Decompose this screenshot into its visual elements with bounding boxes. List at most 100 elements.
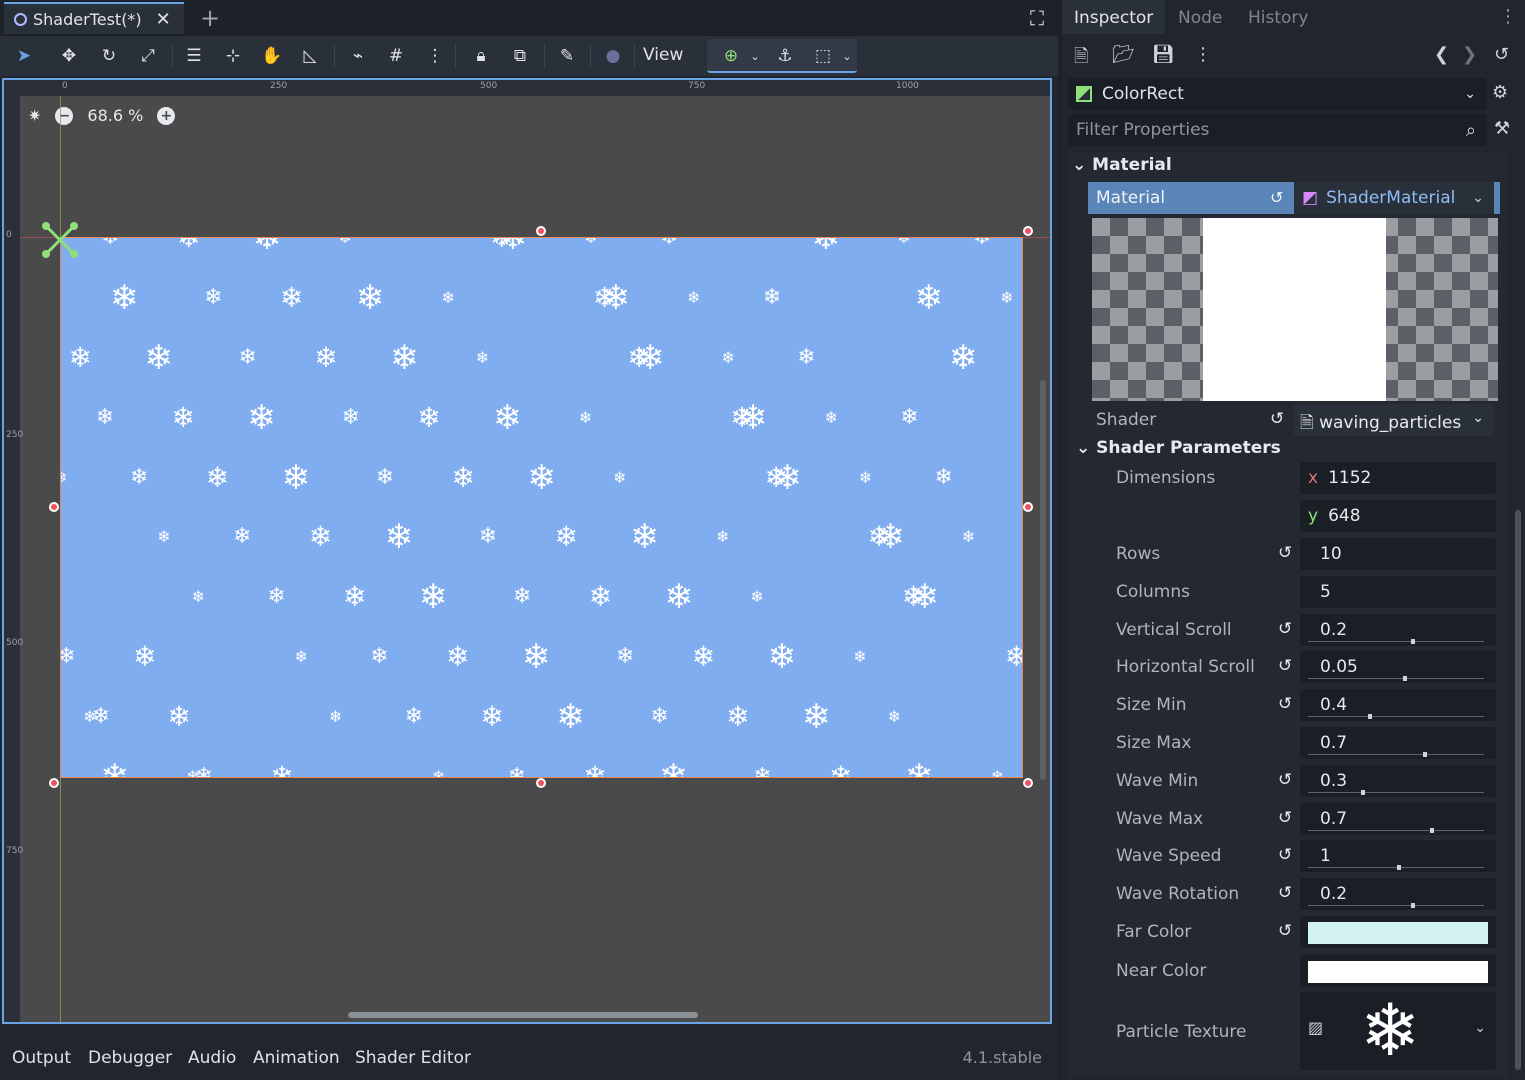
scale-tool-icon[interactable]: ⤢ — [136, 44, 160, 68]
param-value-field[interactable]: 0.4 — [1300, 689, 1496, 722]
select-tool-icon[interactable]: ➤ — [12, 44, 36, 68]
revert-icon[interactable]: ↺ — [1278, 921, 1292, 941]
param-slider-track[interactable] — [1308, 791, 1484, 793]
distraction-free-icon[interactable]: ⛶ — [1030, 6, 1044, 30]
param-value-field[interactable]: 0.2 — [1300, 878, 1496, 911]
more-options-icon[interactable]: ⋮ — [1194, 44, 1212, 65]
zoom-level[interactable]: 68.6 % — [87, 106, 143, 125]
param-slider-track[interactable] — [1308, 867, 1484, 869]
param-slider-grabber[interactable] — [1430, 827, 1435, 833]
pivot-tool-icon[interactable]: ⊹ — [221, 44, 245, 68]
resize-handle[interactable] — [49, 778, 59, 788]
param-slider-grabber[interactable] — [1411, 903, 1416, 909]
vertical-scrollbar[interactable] — [1040, 380, 1046, 780]
near-color-swatch[interactable] — [1308, 961, 1488, 983]
zoom-out-icon[interactable]: − — [55, 106, 74, 125]
resize-handle[interactable] — [1023, 778, 1033, 788]
dimensions-y-field[interactable]: y 648 — [1300, 500, 1496, 532]
resize-handle[interactable] — [536, 226, 546, 236]
history-forward-icon[interactable]: ❯ — [1462, 44, 1477, 65]
smart-snap-icon[interactable]: ⌁ — [346, 44, 370, 68]
list-select-icon[interactable]: ☰ — [182, 44, 206, 68]
revert-icon[interactable]: ↺ — [1278, 883, 1292, 903]
revert-icon[interactable]: ↺ — [1270, 409, 1284, 429]
history-back-icon[interactable]: ❮ — [1434, 44, 1449, 65]
param-slider-grabber[interactable] — [1361, 789, 1366, 795]
inspector-scrollbar[interactable] — [1515, 510, 1521, 1070]
param-slider-grabber[interactable] — [1368, 714, 1373, 720]
node-selector[interactable]: ColorRect ⌄ — [1068, 78, 1486, 110]
lock-icon[interactable]: 🔒︎ — [469, 44, 493, 68]
camera-override-icon[interactable]: ● — [601, 44, 625, 68]
revert-icon[interactable]: ↺ — [1278, 770, 1292, 790]
param-slider-track[interactable] — [1308, 754, 1484, 755]
revert-icon[interactable]: ↺ — [1278, 808, 1292, 828]
ruler-tool-icon[interactable]: ◺ — [298, 44, 322, 68]
resize-handle[interactable] — [49, 502, 59, 512]
material-section-header[interactable]: ⌄ Material — [1072, 155, 1172, 175]
horizontal-scrollbar[interactable] — [348, 1012, 698, 1018]
view-menu[interactable]: View — [643, 45, 683, 65]
material-resource-picker[interactable]: ◩ ShaderMaterial ⌄ — [1294, 182, 1494, 214]
tab-node[interactable]: Node — [1166, 0, 1234, 34]
object-history-icon[interactable]: ↺ — [1494, 44, 1509, 65]
filter-properties-input[interactable]: Filter Properties ⌕ — [1068, 114, 1486, 146]
chevron-down-icon[interactable]: ⌄ — [835, 44, 859, 68]
resize-handle[interactable] — [536, 778, 546, 788]
rotate-tool-icon[interactable]: ↻ — [97, 44, 121, 68]
resize-handle[interactable] — [1023, 226, 1033, 236]
revert-icon[interactable]: ↺ — [1278, 656, 1292, 676]
canvas-viewport[interactable]: 0 250 500 750 1000 0 250 500 750 ✷ − 68.… — [2, 78, 1052, 1024]
zoom-in-icon[interactable]: + — [157, 106, 176, 125]
add-scene-tab-icon[interactable]: + — [200, 4, 220, 32]
pivot-icon[interactable] — [40, 220, 80, 260]
param-value-field[interactable]: 0.7 — [1300, 727, 1496, 759]
scene-tab-shadertest[interactable]: ShaderTest(*) ✕ — [4, 2, 184, 34]
anchor-icon[interactable]: ⚓︎ — [773, 44, 797, 68]
layout-icon[interactable]: ⬚ — [811, 44, 835, 68]
param-slider-track[interactable] — [1308, 640, 1484, 642]
tab-audio[interactable]: Audio — [188, 1048, 236, 1068]
param-slider-track[interactable] — [1308, 716, 1484, 718]
save-icon[interactable]: 💾︎ — [1152, 44, 1175, 65]
tab-history[interactable]: History — [1236, 0, 1320, 34]
group-icon[interactable]: ⧉ — [508, 44, 532, 68]
material-property[interactable]: Material ↺ ◩ ShaderMaterial ⌄ — [1088, 182, 1500, 214]
tab-debugger[interactable]: Debugger — [88, 1048, 172, 1068]
add-node-icon[interactable]: ⊕ — [719, 44, 743, 68]
param-value-field[interactable]: 0.3 — [1300, 764, 1496, 797]
tab-shader-editor[interactable]: Shader Editor — [355, 1048, 471, 1068]
filter-settings-icon[interactable]: ⚒ — [1494, 118, 1510, 139]
param-value-field[interactable]: 10 — [1300, 538, 1496, 570]
param-slider-track[interactable] — [1308, 829, 1484, 831]
resize-handle[interactable] — [1023, 502, 1033, 512]
far-color-swatch[interactable] — [1308, 922, 1488, 944]
grid-snap-icon[interactable]: # — [384, 44, 408, 68]
param-value-field[interactable]: 1 — [1300, 840, 1496, 873]
param-value-field[interactable]: 0.05 — [1300, 651, 1496, 684]
tab-animation[interactable]: Animation — [253, 1048, 340, 1068]
revert-icon[interactable]: ↺ — [1278, 619, 1292, 639]
colorrect-canvas[interactable]: ❄ ❄ ❄ ❄ ❄ ❄ ❄ ❄ ❄ ❄ ❄ ❄ ❄ ❄ ❄ ❄ ❄ ❄ ❄ ❄ ❄ ❄ ❄ ❄ ❄ ❄ ❄ ❄ ❄ ❄ ❄ ❄ ❄ ❄ ❄ ❄ ❄ ❄ ❄ ❄… — [60, 237, 1023, 778]
param-slider-grabber[interactable] — [1397, 865, 1402, 871]
param-value-field[interactable]: 5 — [1300, 575, 1496, 608]
open-folder-icon[interactable]: 📂︎ — [1112, 44, 1135, 65]
pan-tool-icon[interactable]: ✋ — [260, 44, 284, 68]
tab-output[interactable]: Output — [12, 1048, 71, 1068]
revert-icon[interactable]: ↺ — [1270, 188, 1283, 207]
param-slider-track[interactable] — [1308, 905, 1484, 907]
center-view-icon[interactable]: ✷ — [28, 106, 41, 125]
move-tool-icon[interactable]: ✥ — [57, 44, 81, 68]
dimensions-x-field[interactable]: x 1152 — [1300, 462, 1496, 494]
object-properties-icon[interactable]: ⚙ — [1492, 82, 1508, 103]
snap-options-icon[interactable]: ⋮ — [423, 44, 447, 68]
chevron-down-icon[interactable]: ⌄ — [743, 44, 767, 68]
param-slider-grabber[interactable] — [1402, 676, 1407, 682]
skeleton-icon[interactable]: ✎ — [555, 44, 579, 68]
param-value-field[interactable]: 0.2 — [1300, 613, 1496, 646]
param-slider-grabber[interactable] — [1423, 752, 1428, 757]
dock-menu-icon[interactable]: ⋮ — [1499, 6, 1517, 27]
close-icon[interactable]: ✕ — [156, 9, 171, 30]
shader-parameters-header[interactable]: ⌄ Shader Parameters — [1076, 438, 1281, 458]
param-slider-grabber[interactable] — [1411, 638, 1416, 644]
